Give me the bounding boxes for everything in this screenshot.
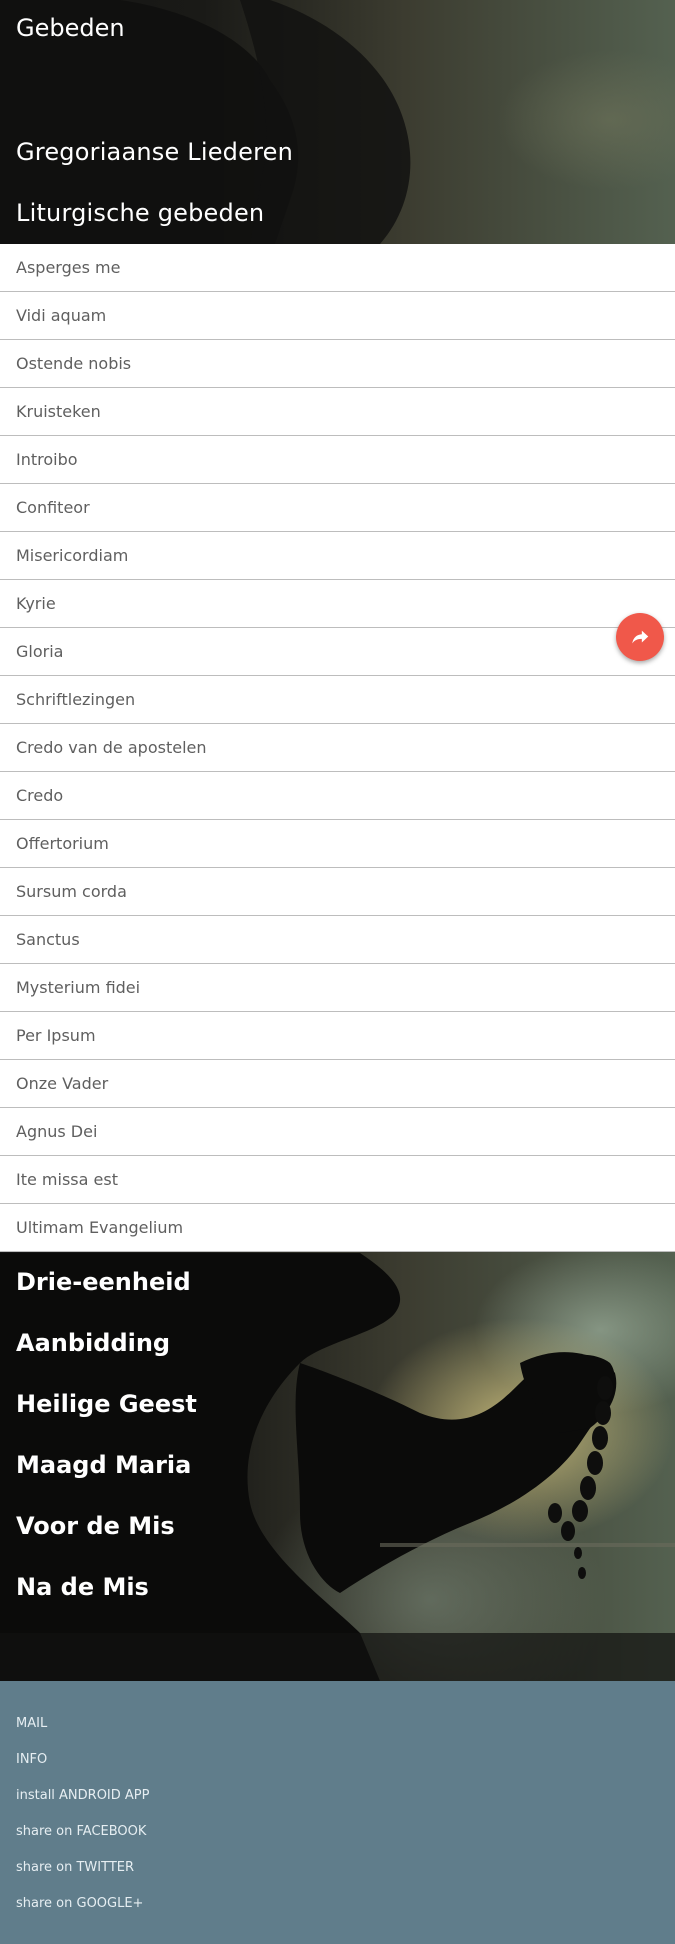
category-aanbidding[interactable]: Aanbidding xyxy=(16,1329,170,1357)
info-link[interactable]: INFO xyxy=(16,1752,47,1767)
share-googleplus-link[interactable]: share on GOOGLE+ xyxy=(16,1896,143,1911)
install-android-app-link[interactable]: install ANDROID APP xyxy=(16,1788,150,1803)
share-button[interactable] xyxy=(616,613,664,661)
share-twitter-link[interactable]: share on TWITTER xyxy=(16,1860,134,1875)
share-icon xyxy=(632,630,649,644)
list-item[interactable]: Ite missa est xyxy=(0,1156,675,1204)
list-item[interactable]: Confiteor xyxy=(0,484,675,532)
list-item[interactable]: Kyrie xyxy=(0,580,675,628)
list-item[interactable]: Onze Vader xyxy=(0,1060,675,1108)
list-item[interactable]: Ostende nobis xyxy=(0,340,675,388)
list-item[interactable]: Introibo xyxy=(0,436,675,484)
share-facebook-link[interactable]: share on FACEBOOK xyxy=(16,1824,146,1839)
list-item[interactable]: Credo van de apostelen xyxy=(0,724,675,772)
list-item[interactable]: Sanctus xyxy=(0,916,675,964)
list-item[interactable]: Sursum corda xyxy=(0,868,675,916)
list-item[interactable]: Agnus Dei xyxy=(0,1108,675,1156)
liturgical-prayers-list: Asperges me Vidi aquam Ostende nobis Kru… xyxy=(0,244,675,1252)
category-heilige-geest[interactable]: Heilige Geest xyxy=(16,1390,197,1418)
list-item[interactable]: Ultimam Evangelium xyxy=(0,1204,675,1252)
list-item[interactable]: Asperges me xyxy=(0,244,675,292)
category-drie-eenheid[interactable]: Drie-eenheid xyxy=(16,1268,191,1296)
list-item[interactable]: Vidi aquam xyxy=(0,292,675,340)
category-maagd-maria[interactable]: Maagd Maria xyxy=(16,1451,191,1479)
list-item[interactable]: Offertorium xyxy=(0,820,675,868)
footer: MAIL INFO install ANDROID APP share on F… xyxy=(0,1681,675,1944)
list-item[interactable]: Misericordiam xyxy=(0,532,675,580)
category-na-de-mis[interactable]: Na de Mis xyxy=(16,1573,149,1601)
list-item[interactable]: Per Ipsum xyxy=(0,1012,675,1060)
app-title: Gebeden xyxy=(16,14,125,42)
list-item[interactable]: Schriftlezingen xyxy=(0,676,675,724)
list-item[interactable]: Credo xyxy=(0,772,675,820)
list-item[interactable]: Gloria xyxy=(0,628,675,676)
category-voor-de-mis[interactable]: Voor de Mis xyxy=(16,1512,175,1540)
section-heading-gregorian[interactable]: Gregoriaanse Liederen xyxy=(16,138,293,166)
section-heading-liturgical[interactable]: Liturgische gebeden xyxy=(16,199,264,227)
mail-link[interactable]: MAIL xyxy=(16,1716,47,1731)
list-item[interactable]: Kruisteken xyxy=(0,388,675,436)
list-item[interactable]: Mysterium fidei xyxy=(0,964,675,1012)
